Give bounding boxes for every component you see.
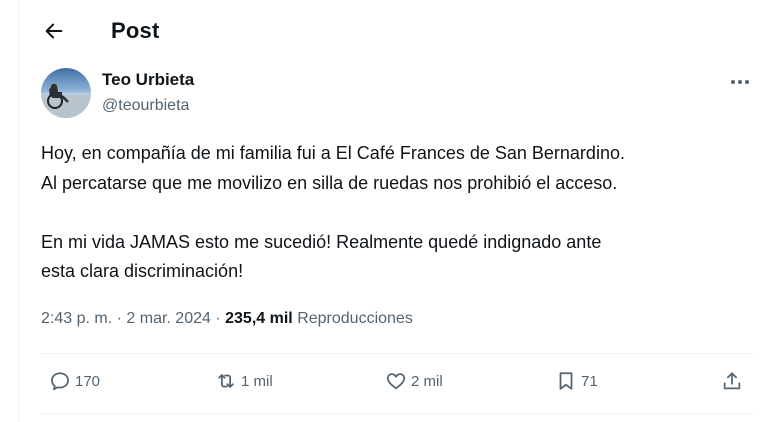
share-button[interactable] [721, 370, 743, 392]
page-title: Post [111, 18, 160, 43]
heart-icon [386, 373, 406, 390]
reply-button[interactable]: 170 [49, 370, 100, 392]
post-detail-panel: Post Teo Urbieta @teourbieta Hoy, en com… [18, 0, 770, 422]
bookmark-button[interactable]: 71 [555, 370, 598, 392]
post-text-line: esta clara discriminación! [41, 261, 244, 281]
repost-button[interactable]: 1 mil [215, 370, 273, 392]
back-button[interactable] [37, 14, 71, 48]
views-label: Reproducciones [297, 310, 413, 327]
post-time[interactable]: 2:43 p. m. [41, 310, 112, 327]
post-text-line: En mi vida JAMAS esto me sucedió! Realme… [41, 231, 602, 252]
like-count: 2 mil [411, 372, 443, 390]
divider [41, 353, 753, 354]
author-handle[interactable]: @teourbieta [102, 97, 189, 115]
more-options-button[interactable] [725, 70, 755, 94]
post-text-line: Hoy, en compañía de mi familia fui a El … [41, 143, 625, 163]
arrow-left-icon [45, 23, 63, 39]
action-bar: 170 1 mil 2 mil 71 [41, 362, 753, 406]
share-icon [723, 372, 741, 390]
divider [41, 413, 753, 414]
bookmark-count: 71 [581, 372, 598, 390]
post-date[interactable]: 2 mar. 2024 [126, 310, 211, 327]
views-count: 235,4 mil [225, 310, 293, 327]
avatar[interactable] [41, 68, 91, 118]
page-header: Post [19, 0, 770, 64]
bookmark-icon [559, 372, 573, 390]
post-text-line: Al percatarse que me movilizo en silla d… [41, 172, 618, 193]
repost-count: 1 mil [241, 372, 273, 390]
avatar-image [41, 68, 91, 118]
reply-icon [51, 372, 69, 391]
reply-count: 170 [75, 372, 101, 390]
like-button[interactable]: 2 mil [385, 370, 443, 392]
author-name[interactable]: Teo Urbieta [102, 70, 194, 90]
post-meta: 2:43 p. m. · 2 mar. 2024 · 235,4 mil Rep… [41, 310, 413, 328]
meta-separator: · [116, 310, 122, 327]
more-horizontal-icon [731, 80, 749, 84]
post-text: Hoy, en compañía de mi familia fui a El … [41, 139, 761, 287]
meta-separator: · [215, 310, 221, 327]
repost-icon [218, 374, 234, 388]
